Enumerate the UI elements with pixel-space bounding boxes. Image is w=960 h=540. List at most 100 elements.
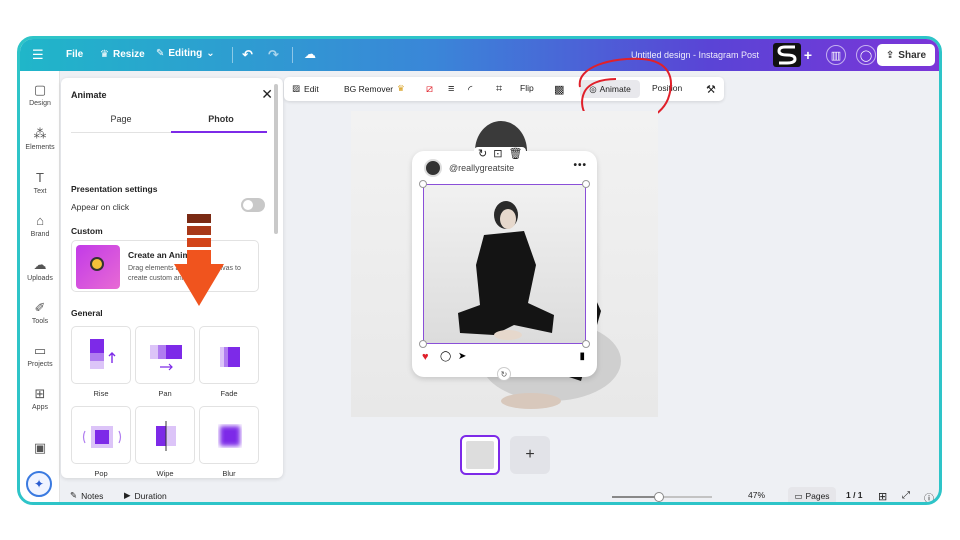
- editing-mode-button[interactable]: ✎ Editing ⌄: [156, 48, 215, 59]
- rail-item-uploads[interactable]: ☁ Uploads: [20, 258, 60, 283]
- resize-handle[interactable]: [419, 340, 427, 348]
- lock-icon[interactable]: ⊡: [493, 147, 502, 160]
- border-style-icon[interactable]: ≡: [448, 83, 454, 95]
- animation-wipe[interactable]: [135, 406, 195, 464]
- rail-item-elements[interactable]: ⁂ Elements: [20, 126, 60, 152]
- crown-icon: ♛: [397, 83, 405, 93]
- zoom-level[interactable]: 47%: [748, 490, 765, 500]
- heart-icon[interactable]: ♥: [422, 351, 429, 363]
- corner-rounding-icon[interactable]: ◜: [468, 83, 472, 96]
- cloud-sync-icon[interactable]: ☁: [304, 47, 316, 61]
- insights-icon[interactable]: ▥: [826, 45, 846, 65]
- text-icon: T: [36, 170, 44, 185]
- duration-button[interactable]: ▶ Duration: [124, 490, 167, 501]
- animation-label: Wipe: [156, 469, 174, 478]
- rail-label: Uploads: [27, 275, 53, 282]
- bookmark-icon[interactable]: ▮: [579, 351, 585, 362]
- rail-item-image[interactable]: ▣: [20, 441, 60, 458]
- file-label: File: [66, 49, 84, 60]
- rail-item-projects[interactable]: ▭ Projects: [20, 344, 60, 369]
- zoom-slider[interactable]: [612, 492, 712, 502]
- comment-bubble-icon[interactable]: ◯: [440, 351, 451, 362]
- tools-icon: ✐: [34, 300, 46, 315]
- bg-remover-label: BG Remover: [344, 83, 394, 94]
- instagram-post-card[interactable]: ↻ ⊡ 🗑 @reallygreatsite ••• ♥ ◯ ➤ ▮ ↻: [412, 147, 597, 381]
- bottom-bar: ✎ Notes ▶ Duration 47% ▭ Pages 1 / 1 ⊞ ⤢ ⓘ: [60, 485, 939, 502]
- add-collaborator-icon[interactable]: +: [798, 45, 818, 65]
- more-options-icon[interactable]: •••: [573, 160, 587, 171]
- bg-remover-button[interactable]: BG Remover ♛: [344, 83, 405, 94]
- editing-label: Editing: [168, 48, 203, 59]
- pages-icon: ▭: [794, 490, 803, 501]
- rail-item-text[interactable]: T Text: [20, 170, 60, 196]
- image-edit-icon: ▨: [292, 83, 301, 93]
- page-thumbnail[interactable]: [460, 435, 500, 475]
- help-icon[interactable]: ⓘ: [924, 490, 934, 502]
- transparency-icon[interactable]: ▩: [554, 83, 564, 96]
- divider: [232, 47, 233, 63]
- panel-title: Animate: [71, 90, 107, 100]
- design-icon: ▢: [33, 82, 47, 97]
- edit-button[interactable]: ▨ Edit: [292, 83, 319, 94]
- rail-item-tools[interactable]: ✐ Tools: [20, 300, 60, 326]
- rise-icon: [90, 339, 116, 369]
- resize-button[interactable]: ♛ Resize: [100, 49, 145, 60]
- menu-icon[interactable]: ☰: [32, 47, 44, 63]
- plus-icon: +: [525, 446, 535, 463]
- add-page-button[interactable]: +: [510, 436, 550, 474]
- file-menu[interactable]: File: [66, 49, 83, 60]
- paint-roller-icon[interactable]: ⚒: [706, 83, 716, 96]
- crop-icon[interactable]: ⌗: [496, 83, 502, 96]
- rail-item-design[interactable]: ▢ Design: [20, 82, 60, 108]
- custom-heading: Custom: [71, 226, 103, 236]
- animation-blur[interactable]: [199, 406, 259, 464]
- scrollbar-thumb[interactable]: [274, 84, 278, 234]
- animation-pop[interactable]: [71, 406, 131, 464]
- close-icon[interactable]: ✕: [261, 86, 273, 103]
- rail-item-apps[interactable]: ⊞ Apps: [20, 386, 60, 412]
- notes-button[interactable]: ✎ Notes: [70, 490, 103, 501]
- elements-icon: ⁂: [33, 126, 47, 141]
- rail-label: Design: [29, 100, 51, 107]
- pages-button[interactable]: ▭ Pages: [788, 487, 836, 502]
- top-bar: ☰ File ♛ Resize ✎ Editing ⌄ ↶ ↷ ☁ Untitled …: [20, 39, 939, 71]
- appear-on-click-toggle[interactable]: [241, 198, 265, 212]
- animation-rise[interactable]: [71, 326, 131, 384]
- flip-label: Flip: [520, 83, 534, 93]
- trash-icon[interactable]: 🗑: [508, 147, 522, 160]
- border-color-icon[interactable]: ⧄: [426, 83, 433, 96]
- rotate-icon[interactable]: ↻: [478, 147, 487, 160]
- create-animation-card[interactable]: Create an Animation Drag elements around…: [71, 240, 259, 292]
- card-photo-frame[interactable]: [423, 184, 586, 344]
- magic-sparkle-button[interactable]: ✦: [26, 471, 52, 497]
- share-button[interactable]: ⇪ Share: [877, 44, 935, 66]
- card-action-bar: ♥ ◯ ➤ ▮: [422, 351, 587, 365]
- animation-pan[interactable]: [135, 326, 195, 384]
- resize-handle[interactable]: [582, 180, 590, 188]
- zoom-slider-knob[interactable]: [654, 492, 664, 502]
- grid-view-icon[interactable]: ⊞: [878, 490, 887, 502]
- fade-icon: [220, 347, 240, 367]
- undo-icon[interactable]: ↶: [242, 47, 253, 63]
- rail-item-brand[interactable]: ⌂ Brand: [20, 214, 60, 239]
- divider: [292, 47, 293, 63]
- redo-icon[interactable]: ↷: [268, 47, 279, 63]
- element-toolbar: ↻ ⊡ 🗑: [474, 147, 527, 160]
- apps-icon: ⊞: [34, 386, 46, 401]
- animation-label: Rise: [93, 389, 109, 398]
- sparkle-icon: ✦: [33, 477, 45, 491]
- tab-page[interactable]: Page: [71, 114, 171, 124]
- resize-handle[interactable]: [582, 340, 590, 348]
- tab-photo[interactable]: Photo: [171, 114, 271, 124]
- fullscreen-icon[interactable]: ⤢: [902, 490, 910, 501]
- send-icon[interactable]: ➤: [458, 351, 466, 362]
- animation-fade[interactable]: [199, 326, 259, 384]
- timer-icon: ▶: [124, 490, 131, 500]
- comment-icon[interactable]: ◯: [856, 45, 876, 65]
- rail-label: Projects: [27, 361, 53, 368]
- panel-scrollbar[interactable]: [273, 78, 279, 478]
- resize-handle[interactable]: [419, 180, 427, 188]
- flip-button[interactable]: Flip: [520, 83, 534, 93]
- resize-icon: ♛: [100, 49, 109, 60]
- rotate-handle-icon[interactable]: ↻: [497, 367, 511, 381]
